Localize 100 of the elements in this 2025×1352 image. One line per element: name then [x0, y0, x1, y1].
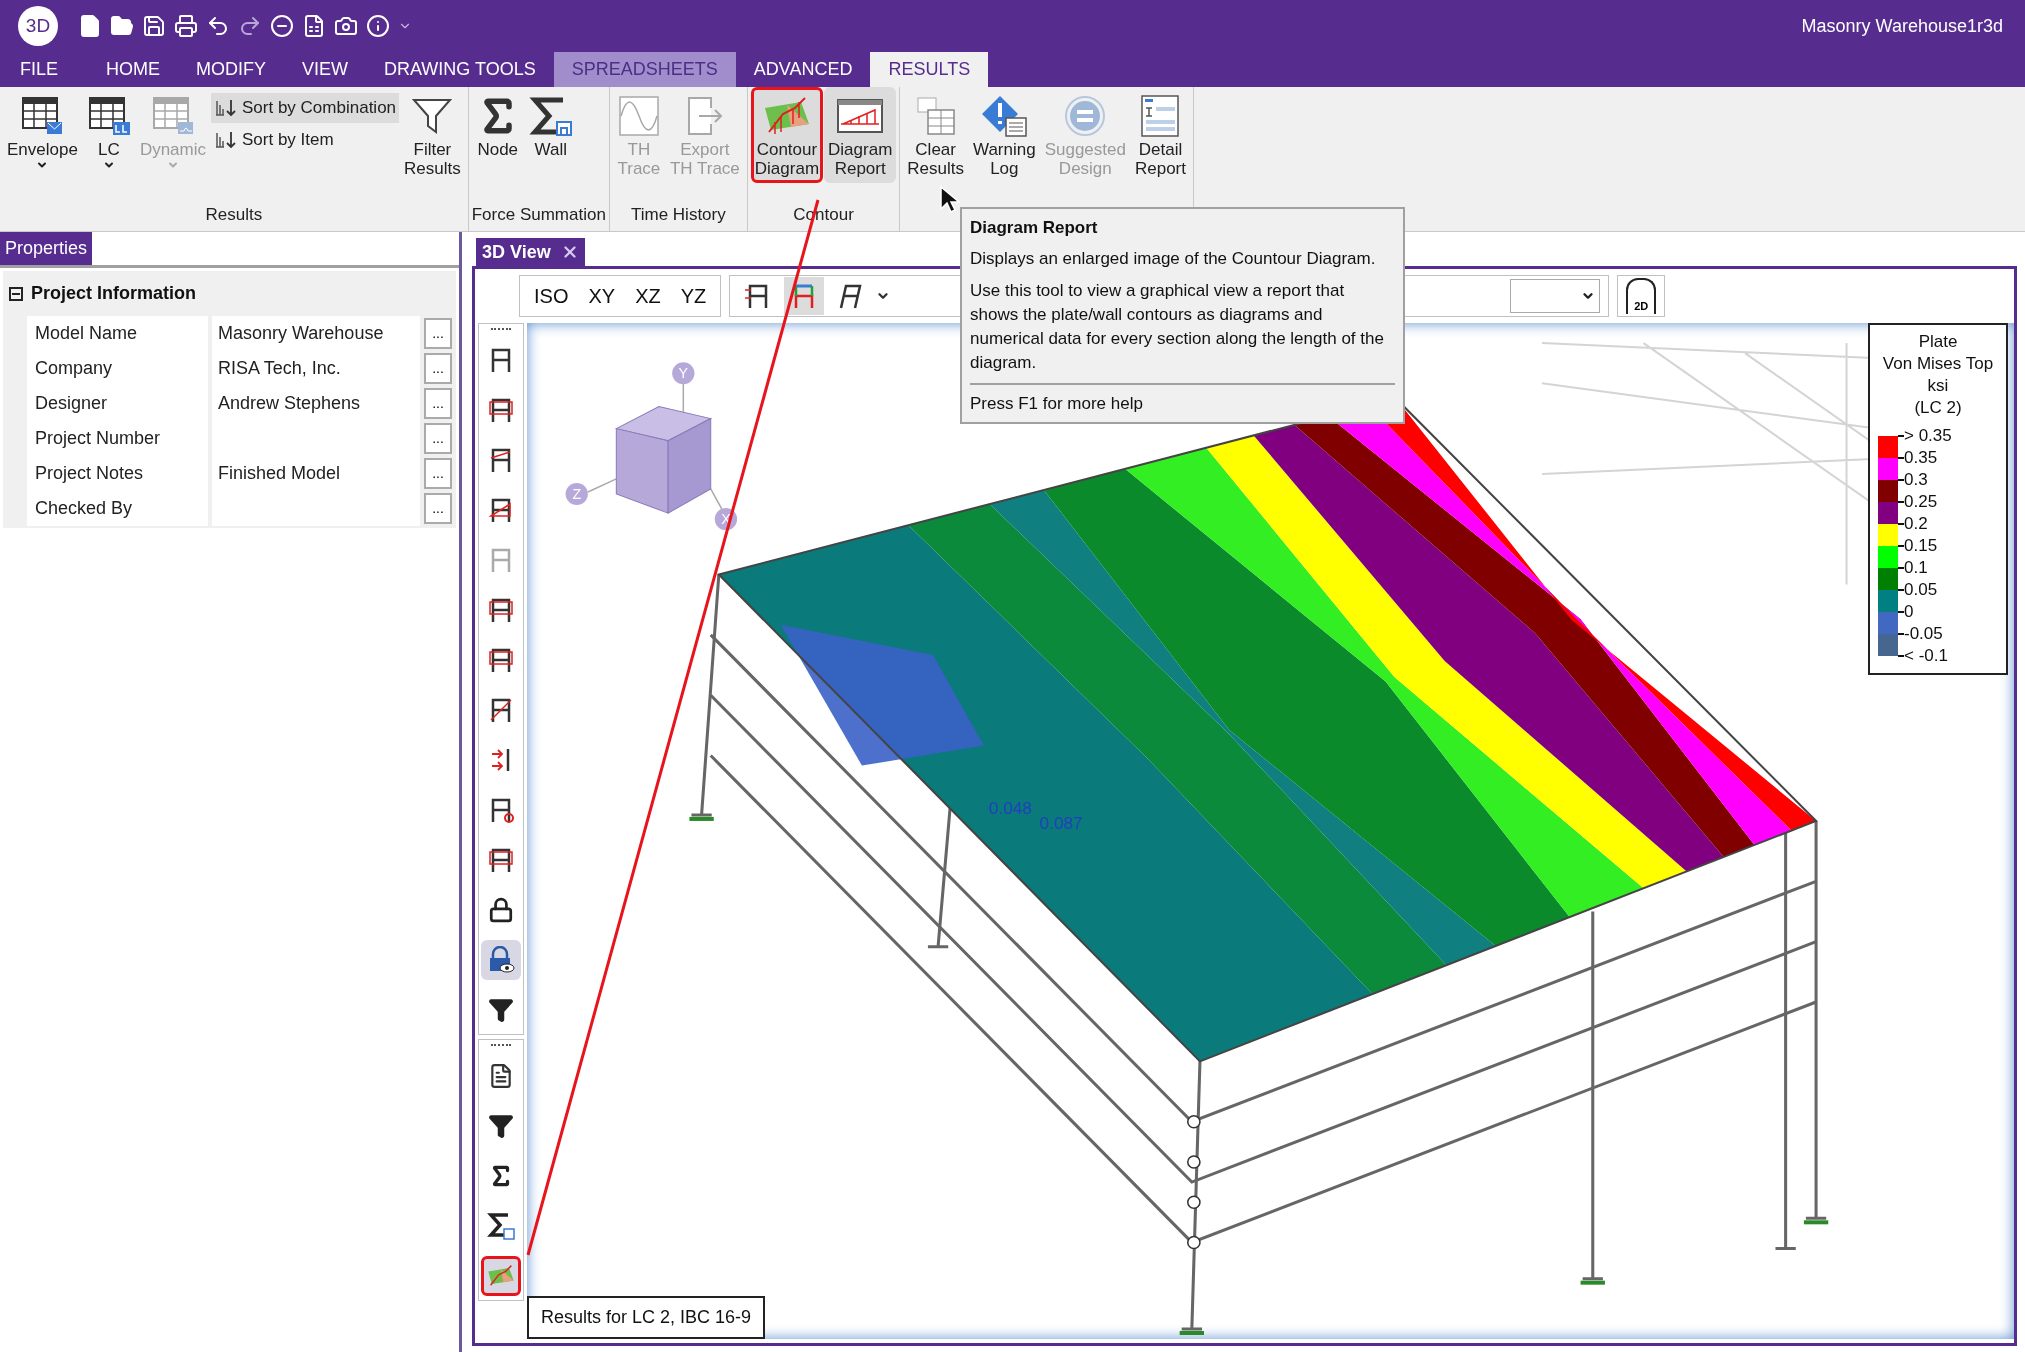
view-tab[interactable]: 3D View: [476, 238, 585, 266]
view-button[interactable]: XY: [580, 281, 624, 311]
tooltip-text: Use this tool to view a graphical view a report that shows the plate/wall contours as diagrams and numerical data for every section along the length of the diagram.: [970, 279, 1385, 374]
menu-tab[interactable]: FILE: [18, 52, 76, 87]
property-label: Model Name: [27, 316, 208, 351]
tooltip-footer: Press F1 for more help: [970, 393, 1143, 413]
frame-icon: [488, 396, 514, 424]
legend-label: -0.05: [1904, 623, 1943, 646]
save-icon[interactable]: [142, 14, 166, 38]
mouse-pointer-icon: [940, 186, 960, 214]
ribbon-button[interactable]: Sort by Item: [211, 125, 400, 155]
ribbon-button[interactable]: LC: [82, 87, 135, 176]
list-icon[interactable]: [302, 14, 326, 38]
ribbon-button[interactable]: Node: [471, 87, 524, 164]
funnel-icon: [488, 997, 514, 1023]
axis-label: Y: [672, 362, 695, 385]
legend-title: ksi: [1927, 375, 1949, 397]
section-title: Project Information: [31, 282, 196, 305]
contour-value-label: 0.087: [1039, 813, 1083, 833]
property-value[interactable]: Finished Model: [212, 456, 420, 491]
legend-label: 0.2: [1904, 513, 1928, 536]
dropdown-field[interactable]: [1510, 279, 1601, 313]
ellipsis-button[interactable]: ...: [424, 353, 452, 384]
legend-label: 0.3: [1904, 469, 1928, 492]
folder-icon[interactable]: [110, 14, 134, 38]
menu-tab[interactable]: HOME: [88, 52, 178, 87]
legend-label: 0.35: [1904, 447, 1938, 470]
tooltip-text: Displays an enlarged image of the Countour Diagram.: [970, 247, 1377, 270]
menu-tab[interactable]: ADVANCED: [735, 52, 871, 87]
property-label: Designer: [27, 386, 208, 421]
ribbon-group-label: Force Summation: [471, 203, 606, 226]
ellipsis-button[interactable]: ...: [424, 493, 452, 524]
new-file-icon[interactable]: [78, 14, 102, 38]
sine-wave-icon: [616, 94, 661, 138]
sigma-wall-icon: [487, 1212, 515, 1240]
legend-title: (LC 2): [1914, 397, 1962, 419]
view-button[interactable]: YZ: [672, 281, 715, 311]
ribbon-button[interactable]: Contour Diagram: [750, 87, 824, 183]
ribbon-button[interactable]: Filter Results: [400, 87, 465, 183]
frame-icon: [488, 496, 514, 524]
ribbon-button[interactable]: Warning Log: [969, 87, 1040, 183]
app-logo: 3D: [18, 6, 58, 46]
ribbon-button[interactable]: Sort by Combination: [211, 93, 400, 123]
property-value[interactable]: RISA Tech, Inc.: [212, 351, 420, 386]
legend-label: 0.1: [1904, 557, 1928, 580]
ribbon-group-label: Time History: [629, 203, 727, 226]
view-button[interactable]: XZ: [627, 281, 669, 311]
minus-circle-icon[interactable]: [270, 14, 294, 38]
view-button[interactable]: ISO: [526, 281, 577, 311]
lock-icon: [488, 897, 514, 923]
ellipsis-button[interactable]: ...: [424, 318, 452, 349]
warning-log-icon: [980, 94, 1029, 138]
menu-tab[interactable]: DRAWING TOOLS: [366, 52, 554, 87]
frame-icon: [488, 846, 514, 874]
legend-label: 0.15: [1904, 535, 1938, 558]
tooltip-title: Diagram Report: [970, 217, 1099, 239]
report-icon: [488, 1063, 514, 1089]
ribbon-button[interactable]: Diagram Report: [824, 87, 897, 183]
legend-label: > 0.35: [1904, 425, 1952, 448]
info-icon[interactable]: [366, 14, 390, 38]
axis-label: Z: [565, 482, 588, 506]
panel-tab[interactable]: Properties: [0, 232, 93, 265]
sort-icon: [214, 129, 238, 151]
legend-label: < -0.1: [1904, 645, 1948, 668]
legend-title: Von Mises Top: [1882, 353, 1994, 375]
lock-eye-icon: [487, 946, 515, 974]
ribbon-group-label: Results: [204, 203, 264, 226]
legend-label: 0.25: [1904, 491, 1938, 514]
menu-tab[interactable]: MODIFY: [178, 52, 284, 87]
printer-icon[interactable]: [174, 14, 198, 38]
equal-circle-icon: [1063, 94, 1108, 138]
legend-label: 0: [1904, 601, 1914, 624]
property-value[interactable]: Masonry Warehouse: [212, 316, 420, 351]
ellipsis-button[interactable]: ...: [424, 388, 452, 419]
menu-tab[interactable]: VIEW: [284, 52, 367, 87]
side-tool-button[interactable]: [481, 940, 521, 980]
ribbon-button[interactable]: Envelope: [3, 87, 82, 176]
menu-tab[interactable]: SPREADSHEETS: [553, 52, 736, 87]
legend-label: 0.05: [1904, 579, 1938, 602]
frame-icon: [837, 282, 864, 310]
ribbon-button[interactable]: Clear Results: [903, 87, 968, 183]
ellipsis-button[interactable]: ...: [424, 423, 452, 454]
table-icon: [86, 94, 131, 138]
ribbon-button[interactable]: Detail Report: [1130, 87, 1190, 183]
collapse-toggle[interactable]: [9, 286, 23, 301]
status-tooltip: Results for LC 2, IBC 16-9: [527, 1296, 766, 1339]
camera-icon[interactable]: [334, 14, 358, 38]
menu-tab[interactable]: RESULTS: [870, 52, 989, 87]
property-label: Company: [27, 351, 208, 386]
property-value[interactable]: Andrew Stephens: [212, 386, 420, 421]
ribbon-button[interactable]: Wall: [524, 87, 577, 164]
ellipsis-button[interactable]: ...: [424, 458, 452, 489]
sort-icon: [214, 97, 238, 119]
lock-2d-button[interactable]: 2D: [1626, 278, 1657, 314]
frame-icon: [488, 696, 514, 724]
contour-value-label: 0.048: [988, 797, 1032, 818]
property-label: Project Number: [27, 421, 208, 456]
property-label: Checked By: [27, 491, 208, 526]
undo-icon[interactable]: [206, 14, 230, 38]
redo-icon[interactable]: [238, 14, 262, 38]
